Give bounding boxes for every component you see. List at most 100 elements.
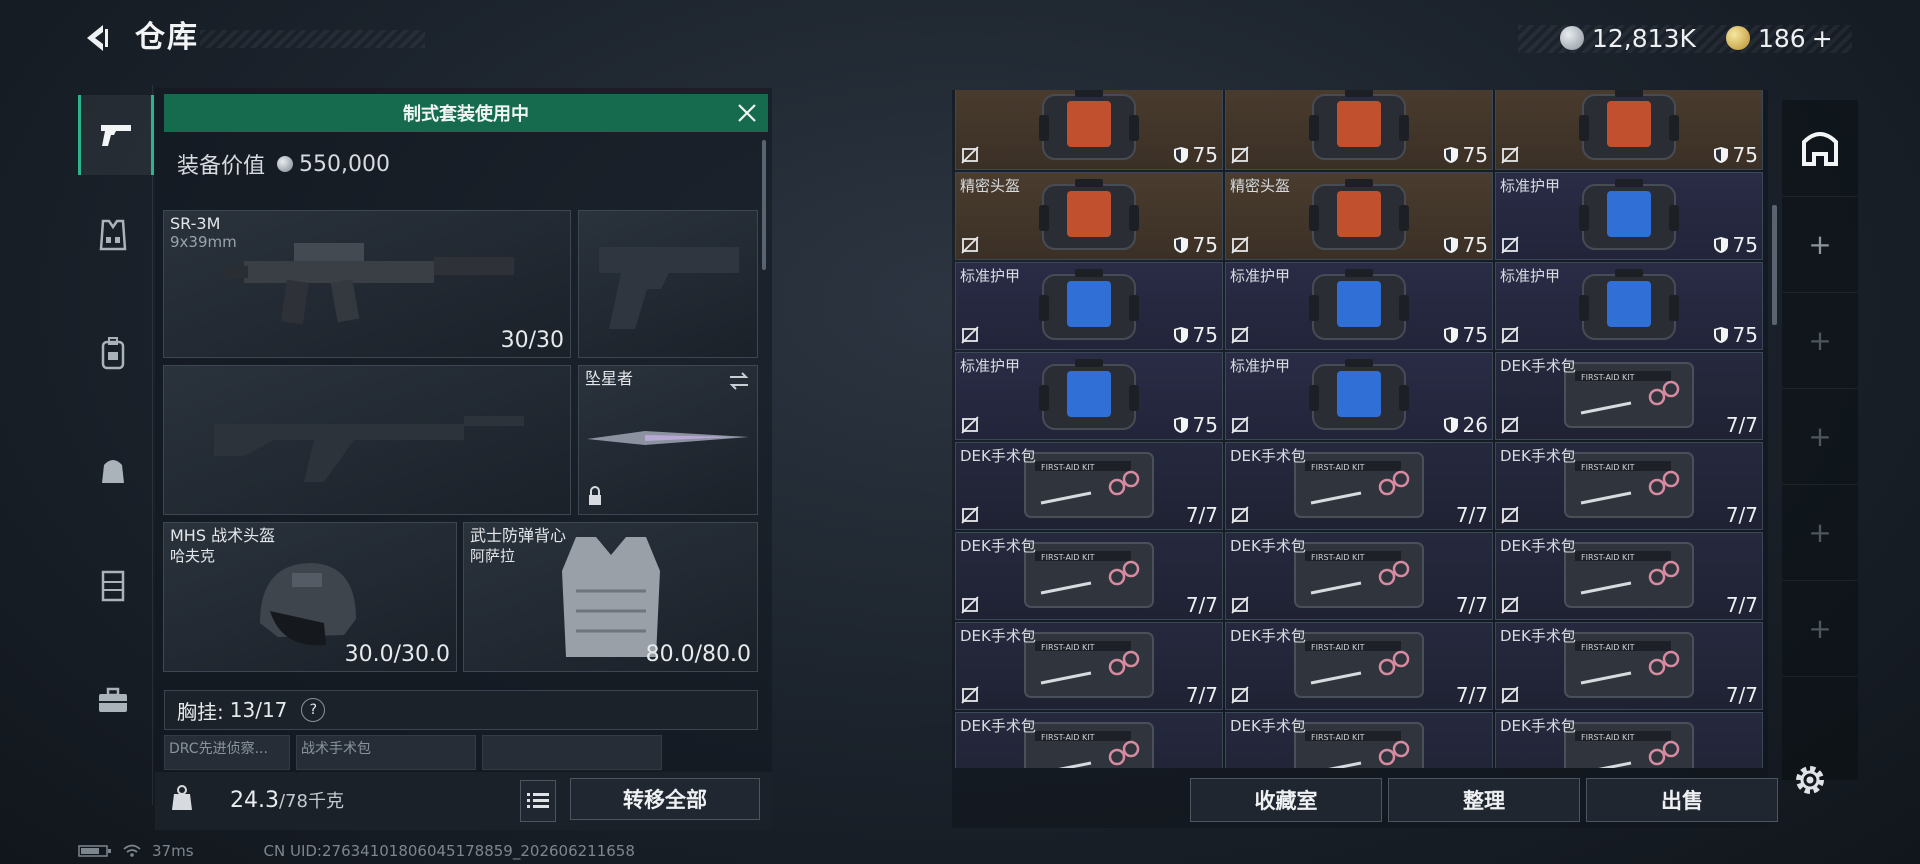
loadout-scrollbar[interactable] <box>762 140 766 270</box>
shield-icon <box>1173 327 1188 343</box>
nav-bag[interactable] <box>78 430 148 510</box>
chest-rig-item[interactable]: 战术手术包 <box>296 735 476 770</box>
no-insure-icon <box>961 326 979 344</box>
stash-tab-main[interactable] <box>1782 100 1858 197</box>
shield-icon <box>1443 147 1458 163</box>
uid-text: CN UID:27634101806045178859_202606211658 <box>263 842 635 860</box>
item-value-text: 7/7 <box>1725 503 1758 527</box>
inventory-item[interactable]: 75 <box>1495 90 1763 170</box>
first-aid-kit-image: FIRST-AID KIT <box>1564 722 1694 768</box>
melee-slot[interactable]: 坠星者 <box>578 365 758 515</box>
inventory-item[interactable]: 精密头盔 75 <box>1225 172 1493 260</box>
collection-room-button[interactable]: 收藏室 <box>1190 778 1382 822</box>
first-aid-kit-image: FIRST-AID KIT <box>1564 632 1694 698</box>
first-aid-kit-image: FIRST-AID KIT <box>1024 722 1154 768</box>
no-insure-icon <box>1501 686 1519 704</box>
inventory-item[interactable]: 标准护甲 75 <box>1495 172 1763 260</box>
inventory-item[interactable]: FIRST-AID KIT DEK手术包 7/7 <box>1225 532 1493 620</box>
no-insure-icon <box>961 416 979 434</box>
transfer-all-button[interactable]: 转移全部 <box>570 778 760 820</box>
no-insure-icon <box>961 596 979 614</box>
primary-weapon-slot[interactable]: SR-3M 9x39mm 30/30 <box>163 210 571 358</box>
inventory-item[interactable]: 标准护甲 75 <box>1495 262 1763 350</box>
help-icon[interactable]: ? <box>301 698 326 722</box>
secondary-weapon-slot[interactable] <box>163 365 571 515</box>
inventory-item[interactable]: FIRST-AID KIT DEK手术包 <box>1495 712 1763 768</box>
sort-button[interactable]: 整理 <box>1388 778 1580 822</box>
swap-icon[interactable] <box>727 370 751 392</box>
inventory-item[interactable]: 75 <box>955 90 1223 170</box>
inventory-scrollbar[interactable] <box>1772 205 1777 325</box>
list-view-button[interactable] <box>520 780 556 822</box>
inventory-item[interactable]: FIRST-AID KIT DEK手术包 7/7 <box>1495 622 1763 710</box>
svg-text:FIRST-AID KIT: FIRST-AID KIT <box>1581 463 1635 472</box>
inventory-item[interactable]: FIRST-AID KIT DEK手术包 7/7 <box>1225 622 1493 710</box>
no-insure-icon <box>961 146 979 164</box>
primary-weapon-ammo: 9x39mm <box>170 233 237 251</box>
add-stash-tab[interactable]: + <box>1782 484 1858 581</box>
silver-currency: 12,813K <box>1560 22 1696 54</box>
item-value-text: 75 <box>1462 143 1488 167</box>
inventory-item[interactable]: 标准护甲 75 <box>955 262 1223 350</box>
inventory-item[interactable]: 75 <box>1225 90 1493 170</box>
no-insure-icon <box>961 236 979 254</box>
list-icon <box>527 793 549 808</box>
inventory-item[interactable]: FIRST-AID KIT DEK手术包 <box>955 712 1223 768</box>
svg-text:FIRST-AID KIT: FIRST-AID KIT <box>1311 463 1365 472</box>
inventory-item[interactable]: FIRST-AID KIT DEK手术包 7/7 <box>955 532 1223 620</box>
pistol-icon <box>101 125 131 146</box>
nav-weapons[interactable] <box>78 95 154 175</box>
chest-rig-header[interactable]: 胸挂: 13/17 ? <box>164 690 758 730</box>
inventory-item[interactable]: FIRST-AID KIT DEK手术包 7/7 <box>1225 442 1493 530</box>
close-icon[interactable] <box>734 100 760 126</box>
inventory-item[interactable]: 标准护甲 75 <box>955 352 1223 440</box>
helmet-slot[interactable]: MHS 战术头盔 哈夫克 30.0/30.0 <box>163 522 457 672</box>
first-aid-kit-image: FIRST-AID KIT <box>1564 362 1694 428</box>
inventory-item[interactable]: 标准护甲 26 <box>1225 352 1493 440</box>
item-value-text: 75 <box>1462 323 1488 347</box>
inventory-item[interactable]: FIRST-AID KIT DEK手术包 7/7 <box>1495 352 1763 440</box>
nav-toolbox[interactable] <box>78 660 148 740</box>
add-stash-tab[interactable]: + <box>1782 196 1858 293</box>
gold-currency-value: 186 <box>1758 23 1806 53</box>
gear-icon[interactable] <box>1792 762 1828 798</box>
pistol-slot[interactable] <box>578 210 758 358</box>
svg-text:FIRST-AID KIT: FIRST-AID KIT <box>1041 643 1095 652</box>
gold-currency[interactable]: 186 + <box>1726 22 1833 54</box>
no-insure-icon <box>1501 236 1519 254</box>
back-button[interactable] <box>78 18 118 58</box>
melee-name: 坠星者 <box>585 369 634 388</box>
item-name: 标准护甲 <box>1230 357 1291 375</box>
item-value-text: 75 <box>1732 143 1758 167</box>
chest-rig-item[interactable]: DRC先进侦察... <box>164 735 290 770</box>
vest-slot[interactable]: 武士防弹背心 阿萨拉 80.0/80.0 <box>463 522 758 672</box>
inventory-item[interactable]: FIRST-AID KIT DEK手术包 7/7 <box>955 622 1223 710</box>
inventory-item[interactable]: FIRST-AID KIT DEK手术包 7/7 <box>955 442 1223 530</box>
item-value: 7/7 <box>1726 503 1758 527</box>
knife-image <box>587 431 749 445</box>
inventory-item[interactable]: FIRST-AID KIT DEK手术包 7/7 <box>1495 532 1763 620</box>
gold-coin-icon <box>1726 26 1750 50</box>
no-insure-icon <box>1501 326 1519 344</box>
title-decoration <box>200 30 425 48</box>
bag-icon <box>102 460 124 483</box>
add-currency-button[interactable]: + <box>1812 24 1833 53</box>
inventory-item[interactable]: 精密头盔 75 <box>955 172 1223 260</box>
sell-button[interactable]: 出售 <box>1586 778 1778 822</box>
chest-rig-count: 13/17 <box>229 698 288 722</box>
add-stash-tab[interactable]: + <box>1782 292 1858 389</box>
inventory-item[interactable]: FIRST-AID KIT DEK手术包 <box>1225 712 1493 768</box>
inventory-item[interactable]: FIRST-AID KIT DEK手术包 7/7 <box>1495 442 1763 530</box>
pistol-silhouette <box>599 247 739 329</box>
primary-weapon-name: SR-3M <box>170 214 221 233</box>
add-stash-tab[interactable]: + <box>1782 580 1858 677</box>
inventory-item[interactable]: 标准护甲 75 <box>1225 262 1493 350</box>
nav-chest-rig[interactable] <box>78 195 148 275</box>
item-name: 精密头盔 <box>1230 177 1291 195</box>
nav-backpack[interactable] <box>78 313 148 393</box>
nav-locker[interactable] <box>78 545 148 625</box>
chest-rig-item[interactable] <box>482 735 662 770</box>
item-value: 7/7 <box>1456 503 1488 527</box>
first-aid-kit-image: FIRST-AID KIT <box>1024 452 1154 518</box>
add-stash-tab[interactable]: + <box>1782 388 1858 485</box>
